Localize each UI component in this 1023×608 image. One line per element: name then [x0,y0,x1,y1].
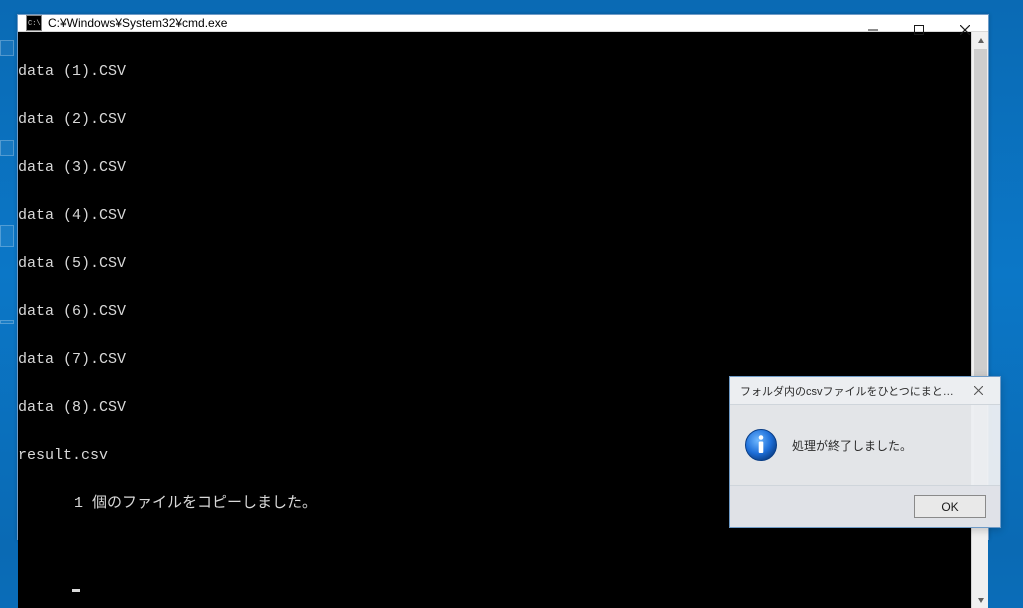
minimize-button[interactable] [850,15,896,45]
console-line: data (4).CSV [18,208,971,224]
svg-text:C:\: C:\ [28,20,41,28]
cmd-app-icon: C:\ [26,15,42,31]
scroll-up-button[interactable] [972,32,989,49]
ok-button[interactable]: OK [914,495,986,518]
vbs-message-dialog: フォルダ内のcsvファイルをひとつにまとめる_cmd.vbs [729,376,1001,528]
console-line: data (3).CSV [18,160,971,176]
console-line-blank [18,544,971,560]
desktop-left-edge [0,0,16,547]
console-line: data (6).CSV [18,304,971,320]
dialog-title-text: フォルダ内のcsvファイルをひとつにまとめる_cmd.vbs [740,383,962,399]
cmd-titlebar[interactable]: C:\ C:¥Windows¥System32¥cmd.exe [18,15,988,32]
scroll-down-button[interactable] [972,591,989,608]
console-cursor [72,589,80,592]
window-controls [850,15,988,45]
dialog-footer: OK [730,485,1000,527]
console-line: data (1).CSV [18,64,971,80]
dialog-message-text: 処理が終了しました。 [792,437,912,454]
info-icon [744,428,778,462]
console-line: data (2).CSV [18,112,971,128]
maximize-button[interactable] [896,15,942,45]
console-line: data (7).CSV [18,352,971,368]
console-line: data (5).CSV [18,256,971,272]
dialog-body: 処理が終了しました。 [730,405,1000,485]
dialog-close-button[interactable] [962,380,994,402]
cmd-title-text: C:¥Windows¥System32¥cmd.exe [48,16,227,30]
dialog-titlebar[interactable]: フォルダ内のcsvファイルをひとつにまとめる_cmd.vbs [730,377,1000,405]
